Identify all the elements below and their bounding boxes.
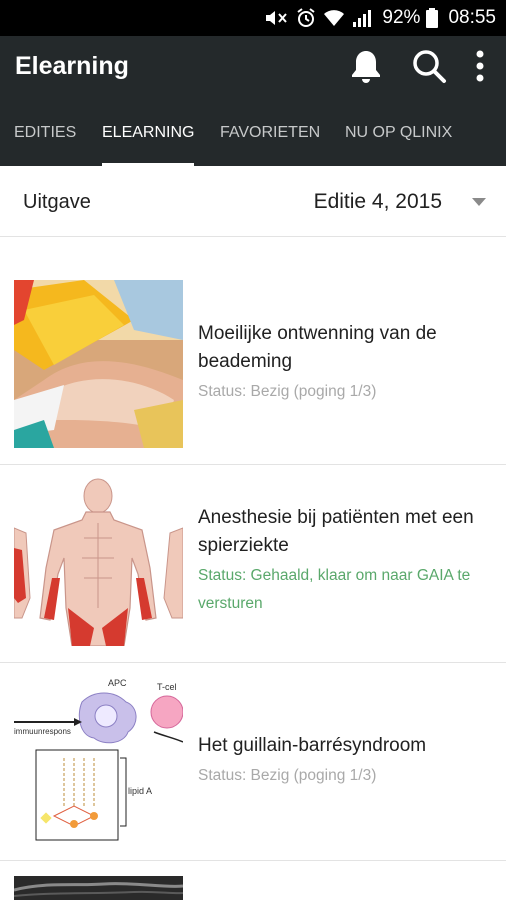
- signal-icon: [352, 9, 372, 27]
- tab-bar: EDITIES ELEARNING FAVORIETEN NU OP QLINI…: [0, 120, 506, 166]
- tab-elearning[interactable]: ELEARNING: [102, 120, 195, 166]
- mute-icon: [264, 9, 288, 27]
- course-thumbnail: [14, 876, 183, 900]
- search-icon: [411, 48, 447, 89]
- clock: 08:55: [448, 7, 496, 28]
- search-button[interactable]: [409, 48, 449, 88]
- immune-response-label: immuunrespons: [14, 727, 71, 736]
- wifi-icon: [324, 9, 345, 27]
- course-title: Het guillain-barrésyndroom: [198, 735, 427, 756]
- t-cell-label: T-cel: [157, 682, 177, 692]
- bell-icon: [349, 48, 383, 89]
- lipid-a-label: lipid A: [128, 786, 152, 796]
- battery-icon: [426, 8, 439, 28]
- list-item[interactable]: APC T-cel immuunrespons lipid A Het guil…: [0, 662, 506, 861]
- edition-dropdown[interactable]: Editie 4, 2015: [314, 182, 486, 222]
- course-thumbnail: APC T-cel immuunrespons lipid A: [14, 676, 183, 844]
- more-vert-icon: [475, 50, 485, 87]
- edition-value: Editie 4, 2015: [313, 190, 442, 213]
- battery-percent: 92%: [382, 7, 421, 28]
- apc-label: APC: [108, 678, 127, 688]
- edition-filter: Uitgave Editie 4, 2015: [0, 166, 506, 237]
- course-thumbnail: [14, 280, 183, 448]
- status-bar: 92% 08:55: [0, 0, 506, 36]
- course-title: Moeilijke ontwenning van de beademing: [198, 323, 437, 372]
- app-bar: Elearning EDITIES ELEARNING FAVORIETEN N…: [0, 36, 506, 166]
- course-status: Status: Bezig (poging 1/3): [198, 767, 377, 784]
- course-thumbnail: [14, 478, 183, 646]
- course-status: Status: Bezig (poging 1/3): [198, 383, 377, 400]
- list-item[interactable]: [0, 860, 506, 920]
- list-item[interactable]: Anesthesie bij patiënten met een spierzi…: [0, 464, 506, 663]
- course-info: Anesthesie bij patiënten met een spierzi…: [198, 504, 492, 618]
- course-info: Moeilijke ontwenning van de beademing St…: [198, 320, 492, 406]
- alarm-icon: [296, 8, 316, 28]
- course-info: Het guillain-barrésyndroom Status: Bezig…: [198, 732, 492, 790]
- tab-edities[interactable]: EDITIES: [14, 120, 76, 166]
- notifications-button[interactable]: [346, 48, 386, 88]
- course-title: Anesthesie bij patiënten met een spierzi…: [198, 507, 474, 556]
- page-title: Elearning: [15, 52, 129, 80]
- overflow-menu-button[interactable]: [460, 48, 500, 88]
- filter-label: Uitgave: [23, 191, 91, 213]
- tab-nu-op-qlinix[interactable]: NU OP QLINIX: [345, 120, 452, 166]
- course-status: Status: Gehaald, klaar om naar GAIA te v…: [198, 567, 471, 612]
- dropdown-arrow-icon: [472, 193, 486, 211]
- tab-favorieten[interactable]: FAVORIETEN: [220, 120, 320, 166]
- list-item[interactable]: Moeilijke ontwenning van de beademing St…: [0, 237, 506, 465]
